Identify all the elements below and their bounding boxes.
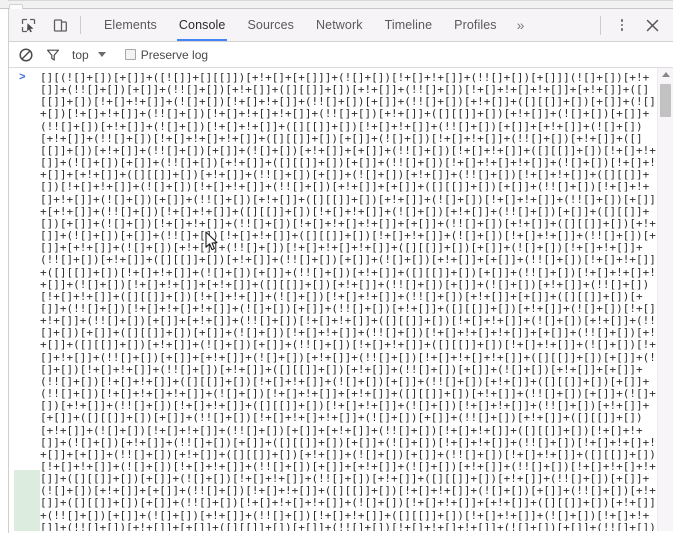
- execution-context-value: top: [72, 47, 89, 62]
- preserve-log-label: Preserve log: [140, 47, 209, 62]
- browser-chrome-sliver: [0, 0, 673, 9]
- kebab-menu-icon[interactable]: [612, 15, 632, 35]
- tab-timeline-label: Timeline: [384, 18, 433, 32]
- tab-elements-label: Elements: [104, 18, 157, 32]
- tab-console-label: Console: [178, 18, 226, 32]
- scroll-up-arrow-icon[interactable]: [658, 68, 673, 81]
- console-output-text[interactable]: [][(![]+[])[+[]]+([![]]+[][[]])[+!+[]+[+…: [9, 69, 673, 531]
- console-message-row[interactable]: > [][(![]+[])[+[]]+([![]]+[][[]])[+!+[]+…: [9, 68, 673, 531]
- tab-profiles[interactable]: Profiles: [443, 9, 507, 41]
- tab-network-label: Network: [316, 18, 363, 32]
- kebab-dot-3: [620, 28, 624, 31]
- devtools-tab-list: Elements Console Sources Network Timelin…: [93, 9, 600, 41]
- tab-network[interactable]: Network: [305, 9, 374, 41]
- devtools-window: Elements Console Sources Network Timelin…: [0, 0, 673, 533]
- tab-profiles-label: Profiles: [454, 18, 497, 32]
- scroll-up-triangle: [661, 72, 670, 77]
- filter-funnel-icon[interactable]: [44, 46, 62, 64]
- devtools-tabstrip: Elements Console Sources Network Timelin…: [9, 9, 673, 42]
- tab-console[interactable]: Console: [168, 9, 237, 41]
- inspect-cursor-icon[interactable]: [18, 15, 38, 35]
- chrome-divider-line: [8, 0, 673, 1]
- tabstrip-separator: [80, 16, 81, 34]
- console-vertical-scrollbar[interactable]: [657, 68, 673, 531]
- kebab-dot-2: [620, 23, 624, 27]
- preserve-log-control[interactable]: Preserve log: [124, 47, 209, 62]
- tabstrip-tool-icons: [9, 9, 76, 41]
- console-message-area[interactable]: > [][(![]+[])[+[]]+([![]]+[][[]])[+!+[]+…: [9, 68, 673, 531]
- preserve-log-checkbox[interactable]: [124, 49, 136, 60]
- execution-context-selector[interactable]: top: [72, 48, 106, 62]
- kebab-dot-1: [620, 19, 624, 22]
- tabstrip-right-controls: [600, 9, 673, 41]
- device-toolbar-icon[interactable]: [50, 15, 70, 35]
- tab-sources-label: Sources: [247, 18, 295, 32]
- console-prompt-arrow: >: [19, 72, 26, 84]
- tab-sources[interactable]: Sources: [236, 9, 305, 41]
- tabstrip-right-separator: [600, 15, 601, 35]
- console-filter-bar: top Preserve log: [9, 42, 673, 68]
- chevron-down-icon: [97, 52, 106, 57]
- more-tabs-icon[interactable]: »: [508, 9, 534, 41]
- tab-elements[interactable]: Elements: [93, 9, 168, 41]
- clear-console-icon[interactable]: [17, 46, 35, 64]
- tab-timeline[interactable]: Timeline: [374, 9, 444, 41]
- more-tabs-label: »: [516, 17, 525, 33]
- devtools-panel: Elements Console Sources Network Timelin…: [9, 9, 673, 533]
- page-left-edge: [0, 9, 9, 533]
- scrollbar-thumb[interactable]: [660, 84, 671, 117]
- close-icon[interactable]: [642, 15, 662, 35]
